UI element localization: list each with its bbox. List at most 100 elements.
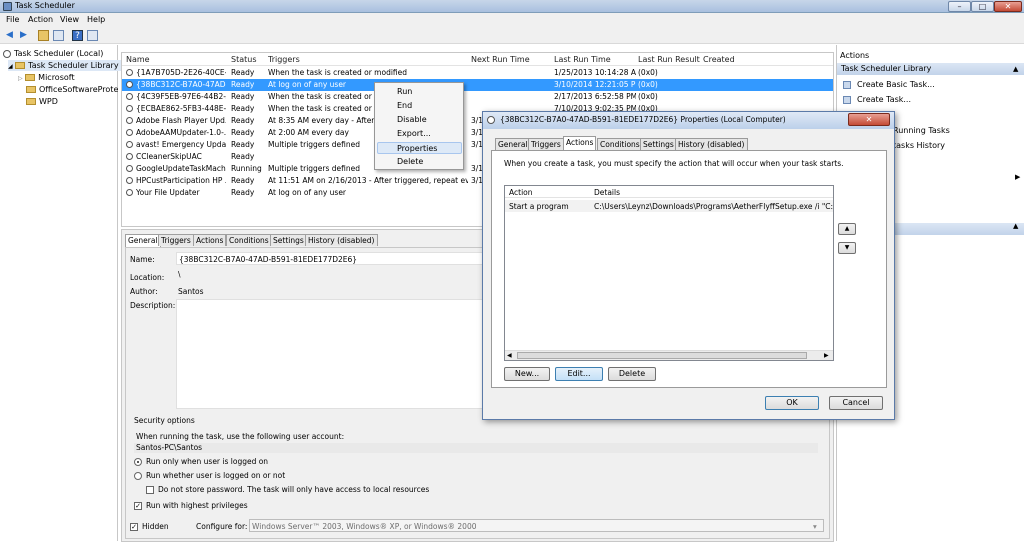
details-tab-general[interactable]: General (125, 234, 161, 247)
checkbox-no-store-password[interactable]: Do not store password. The task will onl… (146, 485, 429, 494)
tree-library[interactable]: ◢ Task Scheduler Library (8, 60, 121, 71)
action-running-tasks[interactable]: Running Tasks (893, 126, 950, 135)
submenu-arrow-icon[interactable]: ▶ (1015, 173, 1020, 181)
ctx-run[interactable]: Run (397, 87, 412, 96)
cancel-button[interactable]: Cancel (829, 396, 883, 410)
menu-file[interactable]: File (6, 15, 19, 24)
col-name[interactable]: Name (126, 55, 150, 64)
properties-dialog: {38BC312C-B7A0-47AD-B591-81EDE177D2E6} P… (482, 111, 895, 420)
col-next-run[interactable]: Next Run Time (471, 55, 530, 64)
help-icon[interactable]: ? (72, 30, 83, 41)
tree-root[interactable]: Task Scheduler (Local) (3, 48, 103, 59)
checkbox-highest-privileges[interactable]: ✓ Run with highest privileges (134, 501, 248, 510)
dialog-tab-conditions[interactable]: Conditions (597, 138, 643, 150)
close-button[interactable]: ✕ (994, 1, 1022, 12)
dropdown-arrow-icon[interactable]: ▾ (813, 522, 817, 531)
details-tab-history[interactable]: History (disabled) (305, 234, 378, 246)
console-tree-icon[interactable] (53, 30, 64, 41)
action-create-task[interactable]: Create Task... (857, 95, 911, 104)
radio-logged-on[interactable]: Run only when user is logged on (134, 457, 268, 466)
edit-action-button[interactable]: Edit... (555, 367, 603, 381)
task-clock-icon (126, 141, 133, 148)
horizontal-scrollbar[interactable]: ◀ ▶ (505, 350, 833, 360)
expand-arrow-icon[interactable]: ◢ (8, 63, 13, 70)
folder-up-icon[interactable] (38, 30, 49, 41)
tree-folder-microsoft[interactable]: ▷ Microsoft (18, 72, 75, 83)
action-tasks-history[interactable]: tasks History (893, 141, 945, 150)
actions-section-library[interactable]: Task Scheduler Library (837, 63, 1024, 75)
back-arrow-icon[interactable]: ◀ (4, 30, 15, 41)
radio-selected-icon[interactable] (134, 458, 142, 466)
scroll-left-icon[interactable]: ◀ (507, 352, 512, 359)
move-up-button[interactable]: ▲ (838, 223, 856, 235)
dialog-close-button[interactable]: ✕ (848, 113, 890, 126)
delete-action-button[interactable]: Delete (608, 367, 656, 381)
checkbox-checked-icon[interactable]: ✓ (134, 502, 142, 510)
actions-table: Action Details Start a program C:\Users\… (504, 185, 834, 361)
forward-arrow-icon[interactable]: ▶ (18, 30, 29, 41)
ok-button[interactable]: OK (765, 396, 819, 410)
task-clock-icon (126, 189, 133, 196)
ctx-export[interactable]: Export... (397, 129, 431, 138)
ctx-disable[interactable]: Disable (397, 115, 427, 124)
location-label: Location: (130, 273, 165, 282)
name-value: {38BC312C-B7A0-47AD-B591-81EDE177D2E6} (179, 255, 358, 264)
tree-folder-officesoftwareprotect[interactable]: OfficeSoftwareProtect (26, 84, 118, 95)
scroll-right-icon[interactable]: ▶ (824, 352, 829, 359)
radio-icon[interactable] (134, 472, 142, 480)
dialog-tab-settings[interactable]: Settings (640, 138, 677, 150)
task-clock-icon (126, 129, 133, 136)
col-details[interactable]: Details (594, 188, 620, 197)
dialog-tab-general[interactable]: General (495, 138, 531, 150)
cell-name: avast! Emergency Update (136, 140, 226, 149)
col-last-run[interactable]: Last Run Time (554, 55, 611, 64)
ctx-properties[interactable]: Properties (397, 144, 437, 153)
maximize-button[interactable]: □ (971, 1, 994, 12)
collapse-arrow-icon[interactable]: ▷ (18, 75, 23, 82)
checkbox-icon[interactable] (146, 486, 154, 494)
ctx-end[interactable]: End (397, 101, 412, 110)
cell-status: Ready (231, 176, 255, 185)
configure-for-select[interactable]: Windows Server™ 2003, Windows® XP, or Wi… (249, 519, 824, 532)
cell-name: {1A7B705D-2E26-40CE-A... (136, 68, 226, 77)
new-action-button[interactable]: New... (504, 367, 550, 381)
menu-action[interactable]: Action (28, 15, 53, 24)
minimize-button[interactable]: – (948, 1, 971, 12)
task-clock-icon (126, 93, 133, 100)
details-tab-triggers[interactable]: Triggers (158, 234, 194, 246)
details-tab-actions[interactable]: Actions (193, 234, 227, 246)
cell-name: Adobe Flash Player Upd... (136, 116, 226, 125)
menu-view[interactable]: View (60, 15, 79, 24)
tree-folder-wpd[interactable]: WPD (26, 96, 58, 107)
table-row[interactable]: {1A7B705D-2E26-40CE-A... Ready When the ta… (122, 67, 833, 79)
table-row[interactable]: {38BC312C-B7A0-47AD-... Ready At log on of… (122, 79, 833, 91)
radio-whether-logged-on[interactable]: Run whether user is logged on or not (134, 471, 285, 480)
section-collapse-icon[interactable]: ▲ (1013, 65, 1018, 73)
dialog-tab-actions[interactable]: Actions (563, 136, 597, 150)
scroll-thumb[interactable] (517, 352, 807, 359)
cell-result: (0x0) (638, 68, 658, 77)
checkbox-hidden[interactable]: ✓ Hidden (130, 522, 169, 531)
action-create-basic-task[interactable]: Create Basic Task... (857, 80, 935, 89)
col-created[interactable]: Created (703, 55, 735, 64)
dialog-tab-history[interactable]: History (disabled) (675, 138, 748, 150)
table-row[interactable]: {4C39F5EB-97E6-44B2-A...ReadyWhen the ta… (122, 91, 833, 103)
dialog-tab-triggers[interactable]: Triggers (528, 138, 564, 150)
author-value: Santos (178, 287, 204, 296)
col-triggers[interactable]: Triggers (268, 55, 300, 64)
col-last-result[interactable]: Last Run Result (638, 55, 700, 64)
move-down-button[interactable]: ▼ (838, 242, 856, 254)
details-tab-settings[interactable]: Settings (270, 234, 307, 246)
ctx-delete[interactable]: Delete (397, 157, 423, 166)
col-action[interactable]: Action (509, 188, 533, 197)
table-row[interactable]: Start a program C:\Users\Leynz\Downloads… (505, 200, 833, 212)
checkbox-checked-icon[interactable]: ✓ (130, 523, 138, 531)
show-action-pane-icon[interactable] (87, 30, 98, 41)
menu-help[interactable]: Help (87, 15, 105, 24)
cell-name: GoogleUpdateTaskMach... (136, 164, 226, 173)
name-label: Name: (130, 255, 155, 264)
details-tab-conditions[interactable]: Conditions (226, 234, 272, 246)
dialog-title: {38BC312C-B7A0-47AD-B591-81EDE177D2E6} P… (500, 115, 786, 124)
section-collapse-icon[interactable]: ▲ (1013, 222, 1018, 230)
col-status[interactable]: Status (231, 55, 257, 64)
